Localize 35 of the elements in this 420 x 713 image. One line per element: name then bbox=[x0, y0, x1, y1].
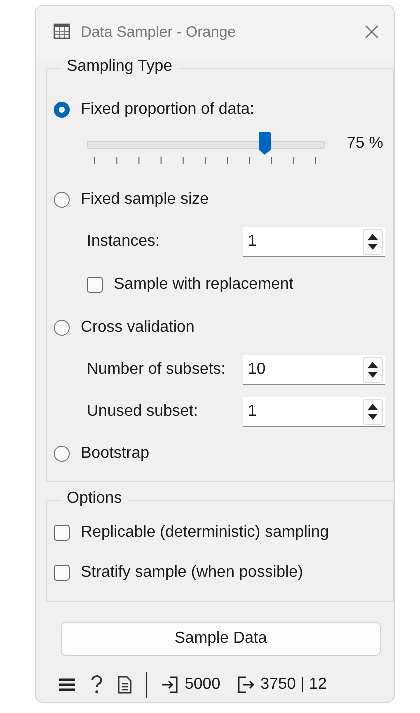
field-label: Instances: bbox=[87, 233, 160, 251]
radio-label: Cross validation bbox=[81, 319, 195, 337]
help-icon[interactable] bbox=[90, 675, 104, 695]
menu-icon[interactable] bbox=[58, 677, 76, 693]
spin-box[interactable]: 1 bbox=[243, 397, 385, 427]
spin-box[interactable]: 10 bbox=[243, 355, 385, 385]
window-title: Data Sampler - Orange bbox=[81, 24, 238, 40]
field-label: Unused subset: bbox=[87, 403, 198, 421]
input-icon bbox=[161, 676, 179, 694]
output-count: 3750 | 12 bbox=[260, 676, 328, 694]
checkbox[interactable] bbox=[87, 277, 103, 293]
radio-label: Fixed proportion of data: bbox=[81, 101, 254, 119]
sample-data-button[interactable]: Sample Data bbox=[61, 622, 381, 656]
input-count: 5000 bbox=[185, 676, 221, 694]
checkbox[interactable] bbox=[54, 525, 70, 541]
radio-button[interactable] bbox=[54, 102, 70, 118]
checkbox-label: Stratify sample (when possible) bbox=[81, 564, 304, 582]
document-icon[interactable] bbox=[118, 676, 132, 694]
output-icon bbox=[236, 676, 255, 694]
slider-handle[interactable] bbox=[258, 132, 272, 156]
spin-box[interactable]: 1 bbox=[243, 227, 385, 257]
slider-value: 75 % bbox=[347, 135, 384, 153]
checkbox[interactable] bbox=[54, 565, 70, 581]
radio-button[interactable] bbox=[54, 320, 70, 336]
field-label: Number of subsets: bbox=[87, 361, 226, 379]
table-icon bbox=[53, 23, 71, 41]
radio-label: Bootstrap bbox=[81, 445, 150, 463]
group-title: Sampling Type bbox=[61, 58, 179, 76]
checkbox-label: Sample with replacement bbox=[114, 276, 294, 294]
radio-label: Fixed sample size bbox=[81, 191, 210, 209]
radio-button[interactable] bbox=[54, 446, 70, 462]
radio-button[interactable] bbox=[54, 192, 70, 208]
close-icon[interactable] bbox=[364, 24, 380, 40]
group-title: Options bbox=[61, 490, 128, 508]
checkbox-label: Replicable (deterministic) sampling bbox=[81, 524, 330, 542]
